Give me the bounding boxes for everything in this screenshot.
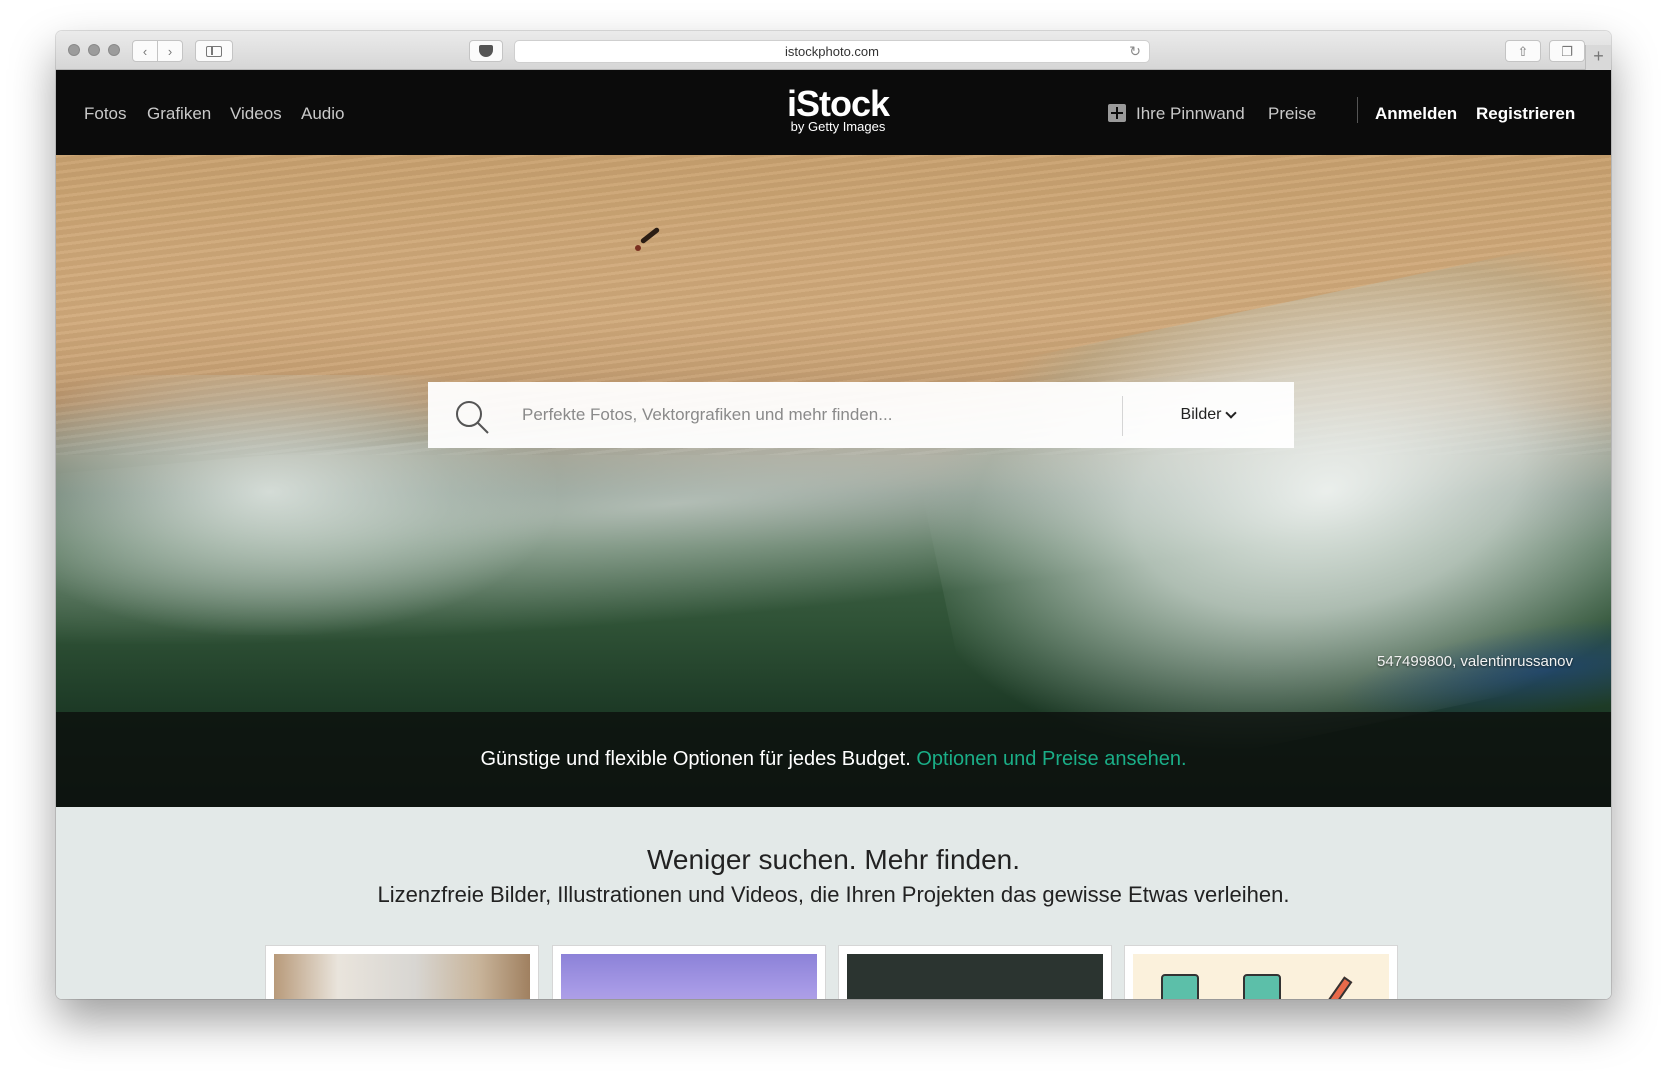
hero-image-person [635,245,641,251]
category-card-illustrations[interactable] [552,945,826,999]
icon-tile [1161,974,1199,999]
promo-strip: Günstige und flexible Optionen für jedes… [56,712,1611,807]
icon-tile [1243,974,1281,999]
category-card-vectors[interactable] [838,945,1112,999]
tabs-overview-button[interactable]: ❐ [1549,40,1585,62]
register-link[interactable]: Registrieren [1476,104,1575,124]
istock-logo[interactable]: iStock by Getty Images [778,83,898,134]
new-tab-button[interactable]: + [1585,45,1611,70]
site-header: Fotos Grafiken Videos Audio iStock by Ge… [56,70,1611,155]
back-button[interactable]: ‹ [132,40,158,62]
intro-subline: Lizenzfreie Bilder, Illustrationen und V… [377,882,1290,907]
tabs-icon: ❐ [1561,43,1573,59]
nav-link-audio[interactable]: Audio [301,104,344,124]
pocket-button[interactable] [469,40,503,62]
browser-window: ‹ › istockphoto.com ↻ ⇧ ❐ + Fotos Grafik… [56,31,1611,999]
pencil-icon [1323,976,1353,999]
card-thumbnail-chalkboard [847,954,1103,999]
zoom-window-button[interactable] [108,44,120,56]
intro-headline: Weniger suchen. Mehr finden. [646,844,1021,875]
forward-button[interactable]: › [157,40,183,62]
search-type-label: Bilder [1180,406,1222,423]
category-card-photos[interactable] [265,945,539,999]
card-thumbnail-sky [561,954,817,999]
card-thumbnail-icons [1133,954,1389,999]
image-credit: 547499800, valentinrussanov [1377,653,1573,670]
plus-icon: + [1593,46,1604,66]
category-card-icons[interactable] [1124,945,1398,999]
nav-link-pricing[interactable]: Preise [1268,104,1316,124]
search-bar: Bilder [428,382,1294,448]
search-icon[interactable] [454,399,490,435]
minimize-window-button[interactable] [88,44,100,56]
close-window-button[interactable] [68,44,80,56]
nav-link-board[interactable]: Ihre Pinnwand [1136,104,1245,124]
sidebar-icon [206,45,222,57]
reload-icon[interactable]: ↻ [1129,41,1141,62]
hero-banner: Bilder 547499800, valentinrussanov Günst… [56,155,1611,807]
logo-tagline: by Getty Images [790,119,886,134]
chevron-down-icon [1225,406,1238,419]
nav-link-grafiken[interactable]: Grafiken [147,104,211,124]
browser-toolbar: ‹ › istockphoto.com ↻ ⇧ ❐ + [56,31,1611,70]
logo-wordmark: iStock [786,83,890,124]
chevron-right-icon: › [167,43,173,59]
board-add-icon[interactable] [1108,104,1126,122]
chevron-left-icon: ‹ [142,43,148,59]
nav-link-fotos[interactable]: Fotos [84,104,127,124]
address-text: istockphoto.com [785,44,879,59]
sidebar-toggle-button[interactable] [195,40,233,62]
search-input[interactable] [522,382,1102,448]
intro-section: Weniger suchen. Mehr finden. Lizenzfreie… [56,807,1611,999]
card-thumbnail-desk [274,954,530,999]
pocket-icon [479,45,493,57]
address-bar[interactable]: istockphoto.com ↻ [514,40,1150,63]
share-icon: ⇧ [1517,43,1529,59]
search-type-dropdown[interactable]: Bilder [1122,382,1294,448]
nav-link-videos[interactable]: Videos [230,104,282,124]
nav-divider [1357,97,1358,123]
promo-text: Günstige und flexible Optionen für jedes… [480,748,911,770]
promo-pricing-link[interactable]: Optionen und Preise ansehen. [916,748,1186,770]
signin-link[interactable]: Anmelden [1375,104,1457,124]
share-button[interactable]: ⇧ [1505,40,1541,62]
